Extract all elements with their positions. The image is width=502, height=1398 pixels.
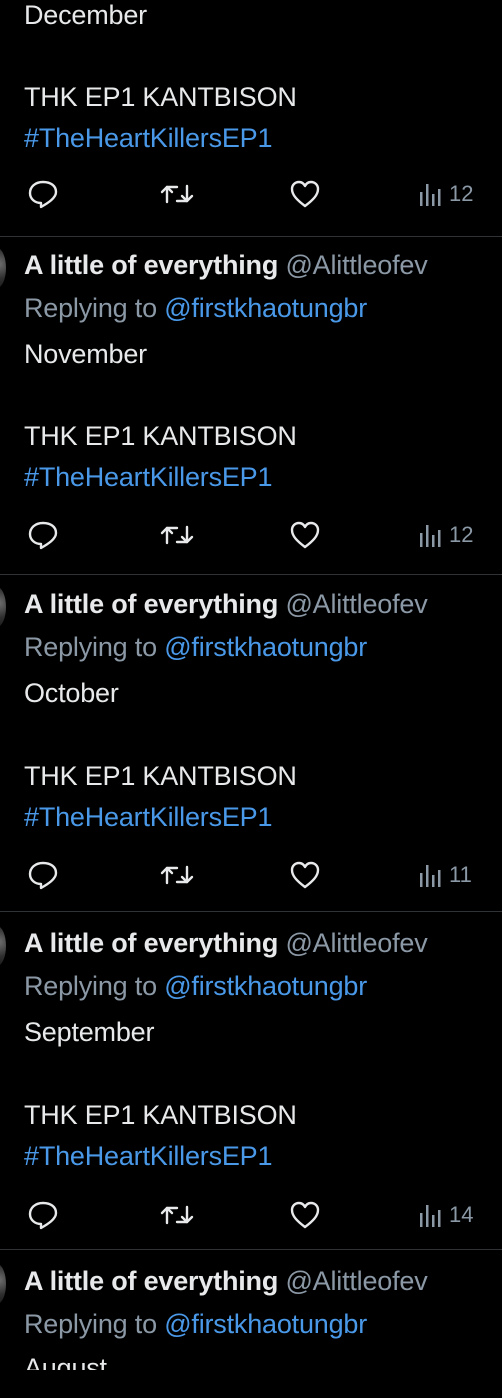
views-button[interactable]: 12 — [419, 174, 473, 214]
replying-to-label: Replying to — [24, 1309, 157, 1339]
replying-to-mention[interactable]: @firstkhaotungbr — [164, 971, 367, 1001]
views-icon — [419, 521, 443, 549]
tweet[interactable]: A little of everything @Alittleofev Repl… — [0, 1250, 502, 1370]
replying-to-mention[interactable]: @firstkhaotungbr — [164, 293, 367, 323]
author-handle[interactable]: @Alittleofev — [285, 928, 427, 958]
author-name[interactable]: A little of everything — [24, 250, 278, 280]
hashtag-link[interactable]: #TheHeartKillersEP1 — [24, 800, 273, 834]
tweet[interactable]: A little of everything @Alittleofev Repl… — [0, 575, 502, 911]
retweet-button[interactable] — [159, 855, 195, 895]
like-button[interactable] — [288, 1195, 322, 1235]
avatar[interactable] — [0, 926, 6, 966]
avatar[interactable] — [0, 1264, 6, 1304]
author-handle[interactable]: @Alittleofev — [285, 589, 427, 619]
views-count: 12 — [449, 181, 474, 206]
views-count: 11 — [449, 862, 472, 887]
retweet-button[interactable] — [159, 1195, 195, 1235]
reply-button[interactable] — [26, 1195, 60, 1235]
reply-icon — [26, 1198, 60, 1232]
views-icon — [419, 861, 443, 889]
hashtag-link[interactable]: #TheHeartKillersEP1 — [24, 1139, 273, 1173]
replying-to: Replying to @firstkhaotungbr — [24, 291, 367, 325]
tweet-text-month: December — [24, 0, 147, 30]
tweet-text-month: October — [24, 678, 119, 708]
retweet-icon — [159, 858, 195, 892]
hashtag-link[interactable]: #TheHeartKillersEP1 — [24, 121, 273, 155]
author-name[interactable]: A little of everything — [24, 928, 278, 958]
tweet-text-line: THK EP1 KANTBISON — [24, 1100, 297, 1130]
views-icon — [419, 180, 443, 208]
replying-to-mention[interactable]: @firstkhaotungbr — [164, 632, 367, 662]
retweet-icon — [159, 518, 195, 552]
like-button[interactable] — [288, 174, 322, 214]
views-count: 12 — [449, 522, 474, 547]
tweet-text-line: THK EP1 KANTBISON — [24, 421, 297, 451]
reply-icon — [26, 858, 60, 892]
views-count: 14 — [449, 1202, 474, 1227]
tweet-text-month: September — [24, 1017, 155, 1047]
reply-icon — [26, 518, 60, 552]
replying-to: Replying to @firstkhaotungbr — [24, 969, 367, 1003]
tweet-header: A little of everything @Alittleofev — [24, 926, 428, 960]
reply-button[interactable] — [26, 174, 60, 214]
retweet-button[interactable] — [159, 515, 195, 555]
replying-to-label: Replying to — [24, 971, 157, 1001]
replying-to-label: Replying to — [24, 293, 157, 323]
views-button[interactable]: 12 — [419, 515, 473, 555]
tweet-actions: 12 — [0, 515, 502, 555]
retweet-icon — [159, 1198, 195, 1232]
tweet-feed: December THK EP1 KANTBISON #TheHeartKill… — [0, 0, 502, 1398]
retweet-icon — [159, 177, 195, 211]
tweet-header: A little of everything @Alittleofev — [24, 1264, 428, 1298]
replying-to-mention[interactable]: @firstkhaotungbr — [164, 1309, 367, 1339]
views-button[interactable]: 11 — [419, 855, 472, 895]
hashtag-link[interactable]: #TheHeartKillersEP1 — [24, 460, 273, 494]
avatar[interactable] — [0, 587, 6, 627]
author-name[interactable]: A little of everything — [24, 1266, 278, 1296]
tweet-text-month: November — [24, 339, 147, 369]
tweet-header: A little of everything @Alittleofev — [24, 248, 428, 282]
retweet-button[interactable] — [159, 174, 195, 214]
tweet-actions: 14 — [0, 1195, 502, 1235]
tweet-text-line: THK EP1 KANTBISON — [24, 82, 297, 112]
replying-to-label: Replying to — [24, 632, 157, 662]
heart-icon — [288, 858, 322, 892]
like-button[interactable] — [288, 855, 322, 895]
reply-button[interactable] — [26, 855, 60, 895]
reply-button[interactable] — [26, 515, 60, 555]
tweet[interactable]: A little of everything @Alittleofev Repl… — [0, 912, 502, 1249]
heart-icon — [288, 177, 322, 211]
heart-icon — [288, 1198, 322, 1232]
views-button[interactable]: 14 — [419, 1195, 473, 1235]
like-button[interactable] — [288, 515, 322, 555]
tweet-text-month: August — [24, 1353, 107, 1370]
tweet-header: A little of everything @Alittleofev — [24, 587, 428, 621]
tweet-actions: 12 — [0, 174, 502, 214]
tweet-actions: 11 — [0, 855, 502, 895]
heart-icon — [288, 518, 322, 552]
views-icon — [419, 1201, 443, 1229]
tweet[interactable]: A little of everything @Alittleofev Repl… — [0, 237, 502, 574]
tweet[interactable]: December THK EP1 KANTBISON #TheHeartKill… — [0, 0, 502, 236]
author-handle[interactable]: @Alittleofev — [285, 1266, 427, 1296]
replying-to: Replying to @firstkhaotungbr — [24, 630, 367, 664]
avatar[interactable] — [0, 248, 6, 288]
reply-icon — [26, 177, 60, 211]
tweet-text-line: THK EP1 KANTBISON — [24, 761, 297, 791]
author-handle[interactable]: @Alittleofev — [285, 250, 427, 280]
replying-to: Replying to @firstkhaotungbr — [24, 1307, 367, 1341]
author-name[interactable]: A little of everything — [24, 589, 278, 619]
